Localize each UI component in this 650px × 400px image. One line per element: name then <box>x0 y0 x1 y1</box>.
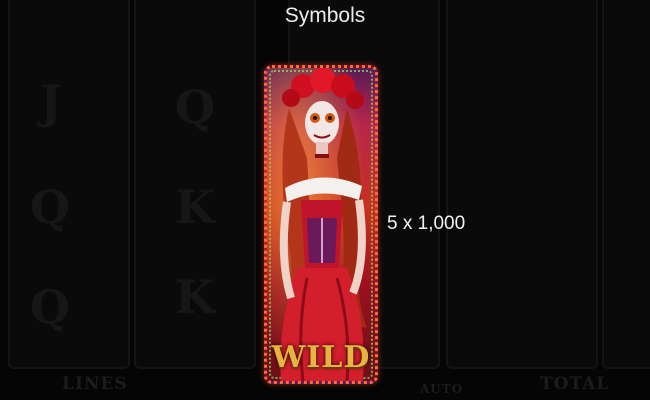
bg-symbol: K <box>175 180 215 234</box>
page-title: Symbols <box>284 4 366 27</box>
bg-symbol: Q <box>30 280 71 334</box>
bg-symbol: K <box>175 270 215 324</box>
bg-label-lines: LINES <box>62 374 128 394</box>
bg-symbol: Q <box>175 80 216 134</box>
bg-symbol: Q <box>30 180 71 234</box>
symbol-payout: 5 x 1,000 <box>387 213 466 234</box>
bg-label-auto: AUTO <box>420 382 464 396</box>
bg-label-total: TOTAL <box>540 374 610 394</box>
wild-label: WILD <box>271 340 371 375</box>
catrina-illustration <box>267 68 375 381</box>
bg-symbol: J <box>40 75 62 129</box>
reel-4 <box>446 0 598 369</box>
reel-5 <box>602 0 650 369</box>
wild-symbol-card: WILD <box>264 65 378 384</box>
